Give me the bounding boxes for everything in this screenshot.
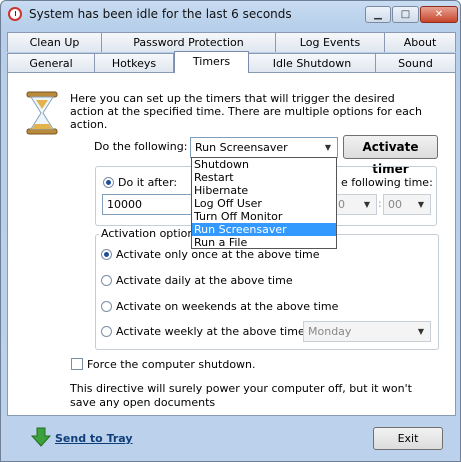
chevron-down-icon: ▼ [363, 200, 371, 209]
action-select[interactable]: Run Screensaver ▼ [190, 137, 338, 158]
weekday-select[interactable]: Monday ▼ [303, 321, 431, 342]
hour-select[interactable]: 0 ▼ [333, 194, 377, 215]
tab-sound[interactable]: Sound [375, 53, 456, 73]
exit-button[interactable]: Exit [373, 427, 443, 450]
send-to-tray-link[interactable]: Send to Tray [55, 432, 133, 445]
tab-log-events[interactable]: Log Events [275, 32, 385, 52]
action-dropdown-list[interactable]: Shutdown Restart Hibernate Log Off User … [191, 157, 337, 249]
activate-timer-button[interactable]: Activate timer [343, 135, 438, 176]
window-title: System has been idle for the last 6 seco… [29, 7, 292, 21]
minute-value: 00 [388, 198, 402, 211]
activate-weekends-radio[interactable] [101, 301, 112, 312]
activation-group-label: Activation options: [99, 227, 206, 240]
maximize-button[interactable]: □ [392, 6, 419, 23]
force-shutdown-label: Force the computer shutdown. [87, 358, 256, 371]
tab-idle-shutdown[interactable]: Idle Shutdown [248, 53, 376, 73]
close-button[interactable]: ✕ [420, 6, 458, 23]
option-turn-off-monitor[interactable]: Turn Off Monitor [192, 210, 336, 223]
minute-select[interactable]: 00 ▼ [383, 194, 431, 215]
tab-clean-up[interactable]: Clean Up [7, 32, 102, 52]
tab-hotkeys[interactable]: Hotkeys [94, 53, 174, 73]
activate-once-radio[interactable] [101, 249, 112, 260]
following-time-label: e following time: [341, 176, 433, 189]
action-label: Do the following: [94, 140, 188, 153]
tab-password-protection[interactable]: Password Protection [101, 32, 276, 52]
after-value-input[interactable]: 10000 [102, 194, 194, 215]
option-restart[interactable]: Restart [192, 171, 336, 184]
force-shutdown-checkbox[interactable] [71, 358, 83, 370]
activate-weekends-label: Activate on weekends at the above time [116, 300, 339, 313]
hourglass-icon [26, 91, 58, 135]
minimize-button[interactable]: ▁ [365, 6, 391, 23]
tab-timers[interactable]: Timers [174, 51, 249, 73]
app-window: System has been idle for the last 6 seco… [0, 0, 461, 462]
chevron-down-icon: ▼ [417, 327, 425, 336]
weekday-value: Monday [308, 325, 352, 338]
chevron-down-icon: ▼ [417, 200, 425, 209]
do-it-after-radio[interactable] [103, 177, 114, 188]
chevron-down-icon: ▼ [324, 143, 332, 152]
activate-weekly-label: Activate weekly at the above time on [116, 325, 322, 338]
time-separator: : [378, 197, 382, 210]
option-shutdown[interactable]: Shutdown [192, 158, 336, 171]
note-text: This directive will surely power your co… [70, 382, 412, 409]
option-hibernate[interactable]: Hibernate [192, 184, 336, 197]
action-selected: Run Screensaver [195, 141, 288, 154]
activate-weekly-radio[interactable] [101, 326, 112, 337]
intro-text: Here you can set up the timers that will… [70, 92, 422, 131]
activate-once-label: Activate only once at the above time [116, 248, 320, 261]
activate-daily-radio[interactable] [101, 275, 112, 286]
tab-about[interactable]: About [384, 32, 456, 52]
tab-general[interactable]: General [7, 53, 95, 73]
down-arrow-icon [31, 427, 51, 447]
clock-icon [8, 7, 22, 21]
activate-daily-label: Activate daily at the above time [116, 274, 293, 287]
option-run-screensaver[interactable]: Run Screensaver [192, 223, 336, 236]
option-log-off-user[interactable]: Log Off User [192, 197, 336, 210]
hour-value: 0 [338, 198, 345, 211]
do-it-after-label: Do it after: [118, 176, 178, 189]
option-run-a-file[interactable]: Run a File [192, 236, 336, 249]
title-bar[interactable]: System has been idle for the last 6 seco… [1, 1, 460, 29]
